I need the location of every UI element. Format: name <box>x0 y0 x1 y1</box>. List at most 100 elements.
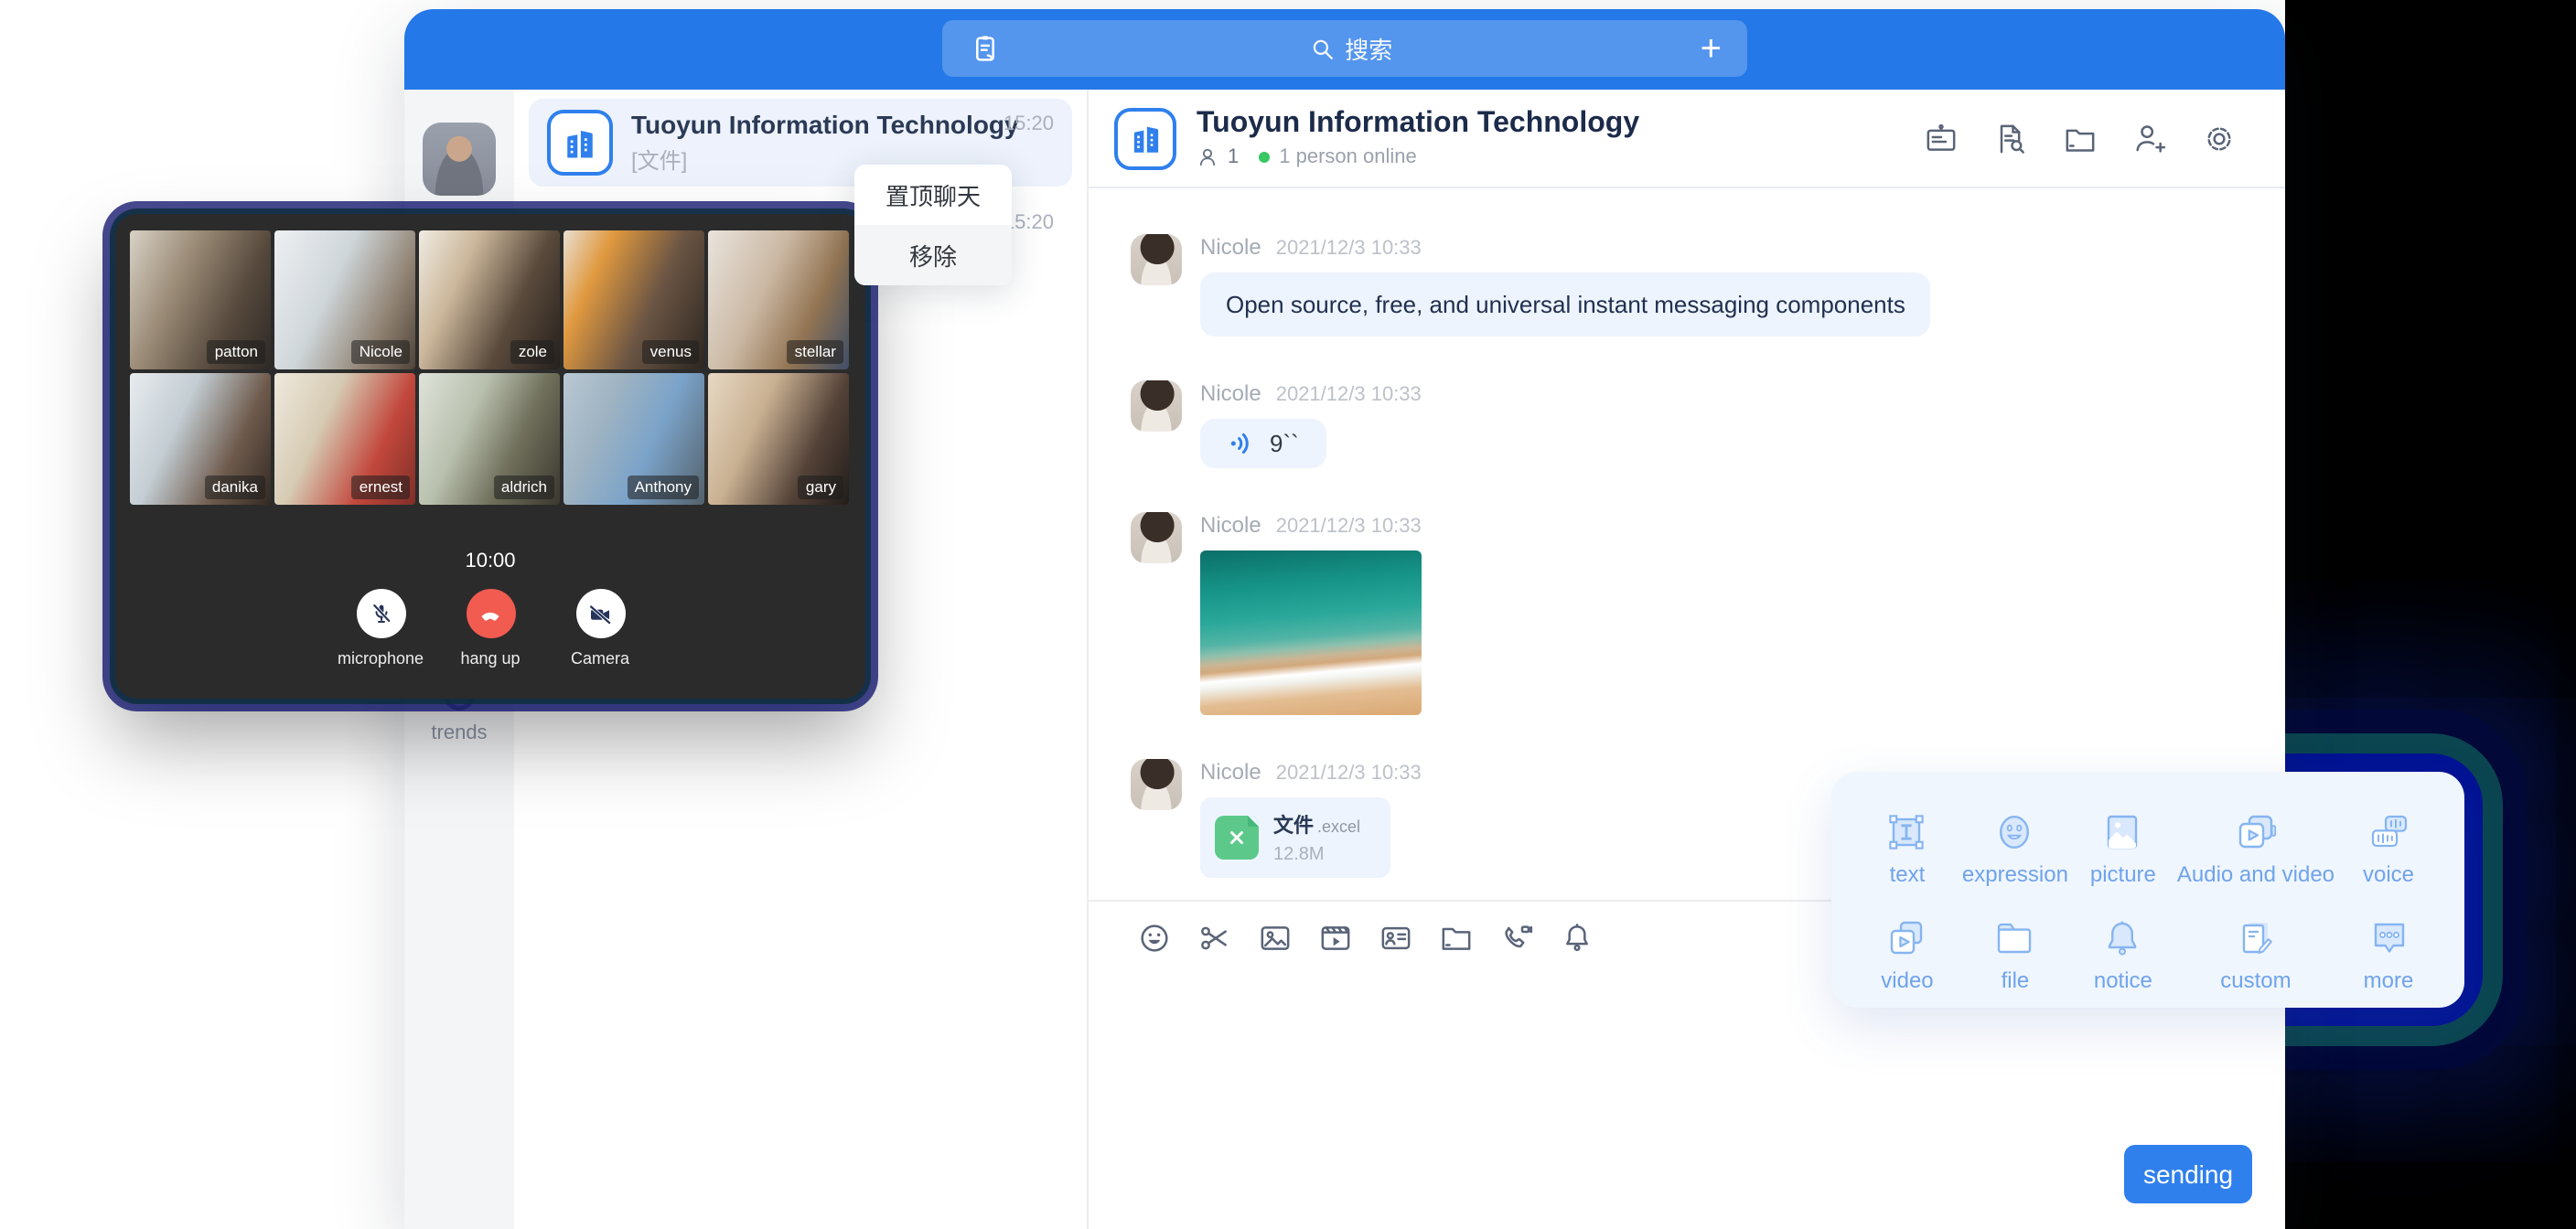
search-placeholder: 搜索 <box>1345 31 1392 66</box>
titlebar: 搜索 + <box>404 9 2285 90</box>
file-button[interactable] <box>1438 919 1475 956</box>
text-icon <box>1884 808 1931 856</box>
microphone-toggle[interactable]: microphone <box>329 589 432 668</box>
microphone-muted-icon <box>356 589 405 638</box>
voice-icon <box>2365 808 2412 856</box>
participant-tile: venus <box>564 230 704 369</box>
add-member-button[interactable] <box>2131 120 2168 156</box>
sender-name: Nicole <box>1200 234 1261 260</box>
message-time: 2021/12/3 10:33 <box>1276 516 1422 538</box>
chat-title: Tuoyun Information Technology <box>1197 108 1639 141</box>
search-bar[interactable]: 搜索 + <box>942 20 1747 77</box>
sender-avatar[interactable] <box>1131 759 1182 810</box>
participant-tile: Anthony <box>564 373 704 505</box>
participant-name: gary <box>799 476 843 499</box>
voice-bubble[interactable]: 9`` <box>1200 419 1326 468</box>
dark-backdrop <box>2285 0 2576 1229</box>
search-input[interactable]: 搜索 <box>1003 31 1701 66</box>
message-time: 2021/12/3 10:33 <box>1276 238 1422 260</box>
file-icon <box>1991 915 2039 963</box>
participant-name: aldrich <box>494 476 554 499</box>
panel-item-custom[interactable]: custom <box>2177 901 2334 1008</box>
camera-toggle[interactable]: Camera <box>549 589 651 668</box>
hang-up-label: hang up <box>460 649 520 668</box>
video-call-overlay: patton Nicole zole venus stellar danika … <box>115 214 865 699</box>
message-voice: Nicole 2021/12/3 10:33 9`` <box>1131 380 2241 468</box>
sender-avatar[interactable] <box>1131 512 1182 563</box>
chat-header: Tuoyun Information Technology 1 1 person… <box>1089 90 2285 188</box>
call-controls: microphone hang up <box>115 589 865 668</box>
custom-icon <box>2232 915 2280 963</box>
conversation-title: Tuoyun Information Technology <box>631 110 1019 139</box>
trends-label: trends <box>431 722 487 744</box>
panel-item-video[interactable]: video <box>1853 901 1961 1008</box>
screenshot-button[interactable] <box>1197 919 1233 956</box>
notice-button[interactable] <box>1559 919 1595 956</box>
message-type-panel: text expression picture <box>1831 772 2464 1008</box>
pin-chat-menu-item[interactable]: 置顶聊天 <box>854 165 1012 225</box>
participant-grid: patton Nicole zole venus stellar danika … <box>115 214 865 505</box>
panel-item-expression[interactable]: expression <box>1961 794 2069 901</box>
message-time: 2021/12/3 10:33 <box>1276 763 1422 785</box>
participant-name: Nicole <box>352 340 410 364</box>
panel-item-file[interactable]: file <box>1961 901 2069 1008</box>
chat-subtitle: 1 1 person online <box>1197 146 1639 168</box>
conversation-context-menu: 置顶聊天 移除 <box>854 165 1012 285</box>
participant-name: venus <box>643 340 699 364</box>
building-icon <box>1126 119 1165 157</box>
panel-label: video <box>1881 968 1933 994</box>
audio-video-icon <box>2232 808 2280 856</box>
online-status: 1 person online <box>1279 146 1416 168</box>
sender-avatar[interactable] <box>1131 234 1182 285</box>
panel-item-picture[interactable]: picture <box>2069 794 2177 901</box>
send-button[interactable]: sending <box>2124 1145 2252 1203</box>
compose-area[interactable]: sending <box>1089 973 2285 1229</box>
video-button[interactable] <box>1317 919 1354 956</box>
panel-label: voice <box>2363 861 2414 887</box>
panel-item-voice[interactable]: voice <box>2334 794 2442 901</box>
settings-button[interactable] <box>2201 120 2238 156</box>
conversation-create-icon[interactable] <box>968 31 1003 66</box>
panel-item-more[interactable]: more <box>2334 901 2442 1008</box>
hang-up-icon <box>466 589 515 638</box>
message-time: 2021/12/3 10:33 <box>1276 384 1422 406</box>
chat-header-actions <box>1923 120 2238 156</box>
participant-name: danika <box>205 476 265 499</box>
contact-card-button[interactable] <box>1378 919 1414 956</box>
panel-item-audio-video[interactable]: Audio and video <box>2177 794 2334 901</box>
my-avatar[interactable] <box>423 123 496 196</box>
call-button[interactable] <box>1498 919 1535 956</box>
panel-label: notice <box>2094 968 2152 994</box>
panel-item-text[interactable]: text <box>1853 794 1961 901</box>
chat-search-button[interactable] <box>1992 120 2029 156</box>
panel-label: expression <box>1962 861 2068 887</box>
video-icon <box>1884 915 1931 963</box>
more-icon <box>2365 915 2412 963</box>
emoji-button[interactable] <box>1136 919 1173 956</box>
notice-icon <box>2099 915 2147 963</box>
panel-label: Audio and video <box>2177 861 2334 887</box>
panel-item-notice[interactable]: notice <box>2069 901 2177 1008</box>
participant-tile: aldrich <box>419 373 560 505</box>
image-button[interactable] <box>1257 919 1293 956</box>
group-notice-button[interactable] <box>1923 120 1959 156</box>
panel-label: file <box>2002 968 2030 994</box>
group-avatar <box>1114 107 1176 169</box>
file-attachment[interactable]: 文件.excel 12.8M <box>1200 797 1390 878</box>
beach-photo-attachment[interactable] <box>1200 550 1422 715</box>
building-icon <box>560 123 600 163</box>
remove-menu-item[interactable]: 移除 <box>854 225 1012 285</box>
sender-name: Nicole <box>1200 380 1261 406</box>
group-files-button[interactable] <box>2062 120 2098 156</box>
hang-up-button[interactable]: hang up <box>439 589 542 668</box>
participant-tile: danika <box>130 373 271 505</box>
sender-avatar[interactable] <box>1131 380 1182 432</box>
call-timer: 10:00 <box>115 550 865 572</box>
camera-muted-icon <box>575 589 625 638</box>
expression-icon <box>1991 808 2039 856</box>
chat-panel: Tuoyun Information Technology 1 1 person… <box>1089 90 2285 1229</box>
sender-name: Nicole <box>1200 759 1261 785</box>
participant-tile: patton <box>130 230 271 369</box>
add-icon[interactable]: + <box>1701 30 1722 67</box>
excel-file-icon <box>1215 816 1259 860</box>
